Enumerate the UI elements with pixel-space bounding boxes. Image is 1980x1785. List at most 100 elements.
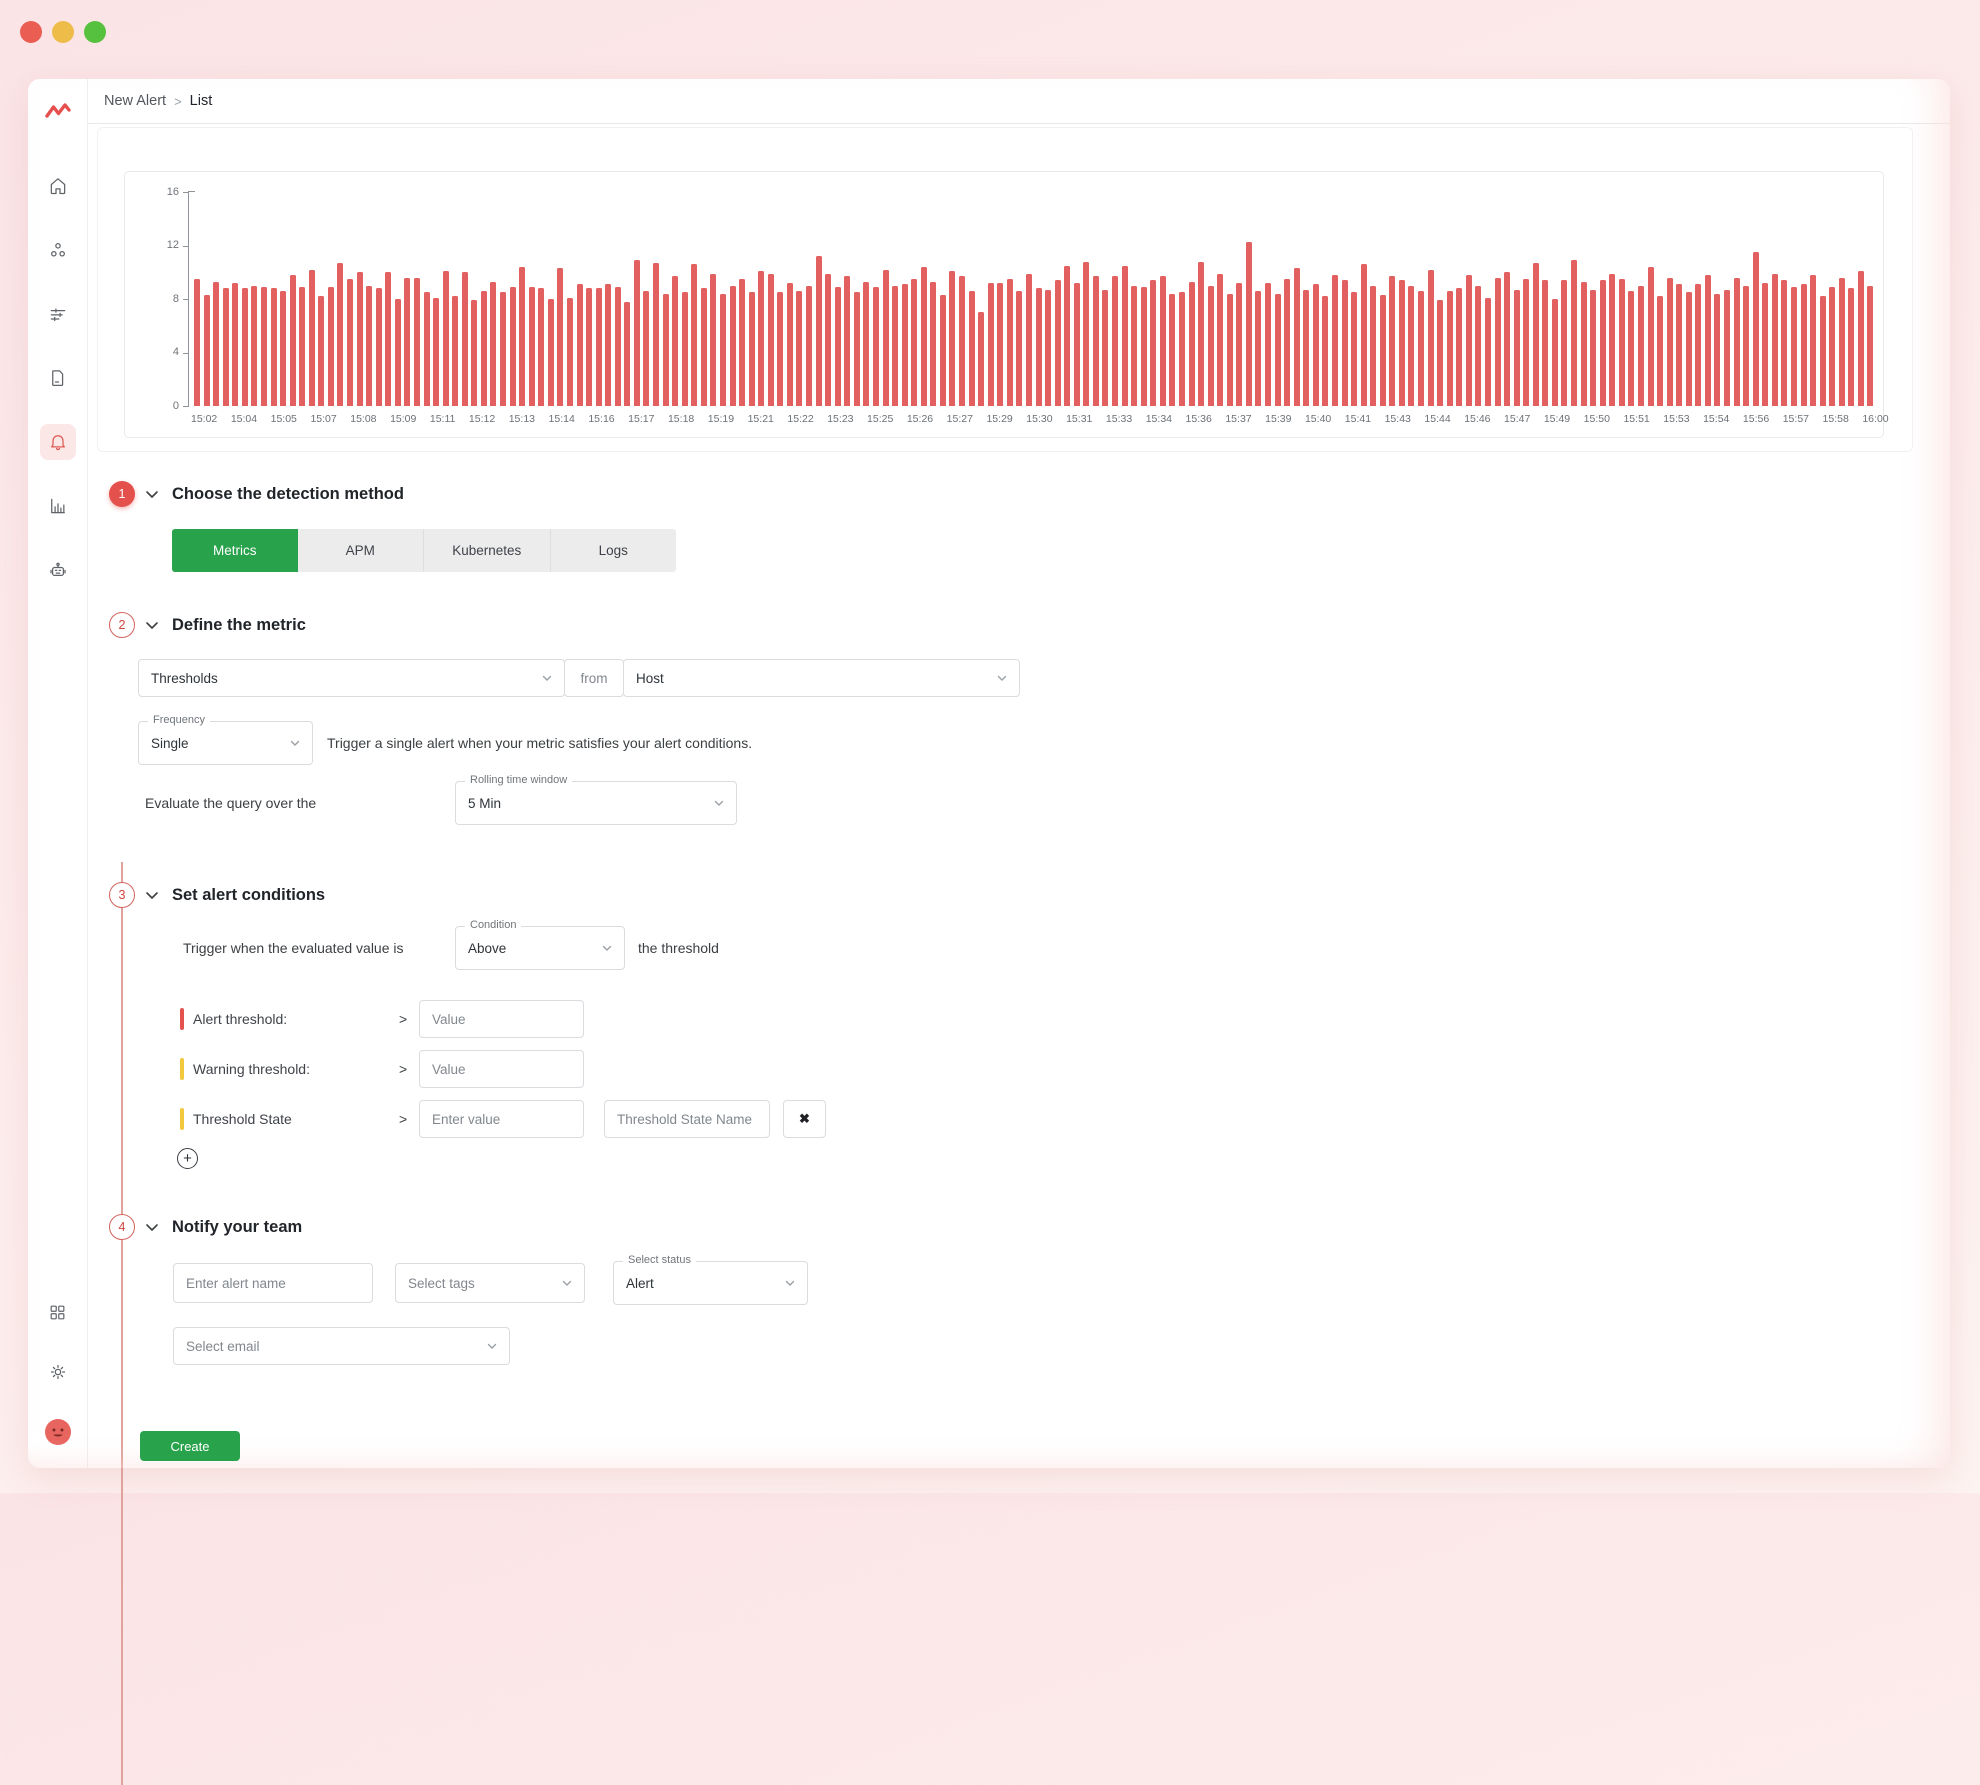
chart-bar[interactable] xyxy=(519,267,525,406)
chart-bar[interactable] xyxy=(1255,291,1261,406)
chart-bar[interactable] xyxy=(1810,275,1816,406)
chart-bar[interactable] xyxy=(1036,288,1042,406)
chart-bar[interactable] xyxy=(500,292,506,406)
chart-bar[interactable] xyxy=(1026,274,1032,406)
chevron-down-icon[interactable] xyxy=(145,490,159,499)
chart-bar[interactable] xyxy=(825,274,831,406)
chart-bar[interactable] xyxy=(1074,283,1080,406)
chart-bar[interactable] xyxy=(1466,275,1472,406)
chart-bar[interactable] xyxy=(194,279,200,406)
condition-select[interactable]: Condition Above xyxy=(455,926,625,970)
chart-bar[interactable] xyxy=(1428,270,1434,406)
tags-select[interactable]: Select tags xyxy=(395,1263,585,1303)
chart-bar[interactable] xyxy=(1848,288,1854,406)
chart-bar[interactable] xyxy=(624,302,630,406)
chart-bar[interactable] xyxy=(557,268,563,406)
chart-bar[interactable] xyxy=(290,275,296,406)
chart-bar[interactable] xyxy=(653,263,659,406)
chart-bar[interactable] xyxy=(1542,280,1548,406)
chart-bar[interactable] xyxy=(1829,287,1835,406)
chart-bar[interactable] xyxy=(1150,280,1156,406)
chart-bar[interactable] xyxy=(404,278,410,406)
chart-bar[interactable] xyxy=(835,287,841,406)
chart-bar[interactable] xyxy=(299,287,305,406)
chart-bar[interactable] xyxy=(691,264,697,406)
chart-bar[interactable] xyxy=(1437,300,1443,406)
chart-bar[interactable] xyxy=(892,286,898,406)
chart-bar[interactable] xyxy=(1619,279,1625,406)
chart-bar[interactable] xyxy=(414,278,420,406)
chart-bar[interactable] xyxy=(921,267,927,406)
chart-bar[interactable] xyxy=(347,279,353,406)
chart-bar[interactable] xyxy=(1198,262,1204,406)
chart-bar[interactable] xyxy=(452,296,458,406)
chart-bar[interactable] xyxy=(1485,298,1491,406)
chart-bar[interactable] xyxy=(883,270,889,406)
chart-bar[interactable] xyxy=(902,284,908,406)
chart-bar[interactable] xyxy=(1667,278,1673,406)
chart-bar[interactable] xyxy=(1867,286,1873,406)
chart-bar[interactable] xyxy=(1657,296,1663,406)
chart-bar[interactable] xyxy=(443,271,449,406)
chart-bar[interactable] xyxy=(213,282,219,406)
chart-bar[interactable] xyxy=(366,286,372,406)
chart-bar[interactable] xyxy=(328,287,334,406)
frequency-select[interactable]: Frequency Single xyxy=(138,721,313,765)
chart-bar[interactable] xyxy=(1322,296,1328,406)
chart-bar[interactable] xyxy=(930,282,936,406)
chart-bar[interactable] xyxy=(1504,272,1510,406)
chart-bar[interactable] xyxy=(854,292,860,406)
chart-bar[interactable] xyxy=(1523,279,1529,406)
chart-bar[interactable] xyxy=(1772,274,1778,406)
chart-bar[interactable] xyxy=(1332,275,1338,406)
metric-source-select[interactable]: Host xyxy=(623,659,1020,697)
chart-bar[interactable] xyxy=(777,292,783,406)
status-select[interactable]: Select status Alert xyxy=(613,1261,808,1305)
user-avatar[interactable] xyxy=(40,1414,76,1450)
create-button[interactable]: Create xyxy=(140,1431,240,1461)
chart-bar[interactable] xyxy=(1227,294,1233,406)
chart-bar[interactable] xyxy=(730,286,736,406)
chart-bar[interactable] xyxy=(1791,287,1797,406)
chart-bar[interactable] xyxy=(1514,290,1520,406)
chart-bar[interactable] xyxy=(1628,291,1634,406)
sidebar-item-alerts[interactable] xyxy=(40,424,76,460)
tab-kubernetes[interactable]: Kubernetes xyxy=(424,529,551,572)
chart-bar[interactable] xyxy=(634,260,640,406)
rolling-window-select[interactable]: Rolling time window 5 Min xyxy=(455,781,737,825)
chart-bar[interactable] xyxy=(577,284,583,406)
metric-type-select[interactable]: Thresholds xyxy=(138,659,565,697)
chart-bar[interactable] xyxy=(232,283,238,406)
chart-bar[interactable] xyxy=(643,291,649,406)
chart-bar[interactable] xyxy=(1055,280,1061,406)
sidebar-item-infrastructure[interactable] xyxy=(40,232,76,268)
chart-bar[interactable] xyxy=(204,295,210,406)
chart-bar[interactable] xyxy=(1007,279,1013,406)
chart-bar[interactable] xyxy=(739,279,745,406)
chart-bar[interactable] xyxy=(1418,291,1424,406)
chart-bar[interactable] xyxy=(1045,290,1051,406)
chart-bar[interactable] xyxy=(768,274,774,406)
tab-logs[interactable]: Logs xyxy=(551,529,677,572)
chart-bar[interactable] xyxy=(529,287,535,406)
chart-bar[interactable] xyxy=(1361,264,1367,406)
chart-bar[interactable] xyxy=(567,298,573,406)
chart-bar[interactable] xyxy=(1217,274,1223,406)
chart-bar[interactable] xyxy=(1112,276,1118,406)
chart-bar[interactable] xyxy=(1408,286,1414,406)
threshold-state-value-input[interactable] xyxy=(419,1100,584,1138)
chart-bar[interactable] xyxy=(1839,278,1845,406)
chart-bar[interactable] xyxy=(615,287,621,406)
chart-bar[interactable] xyxy=(873,287,879,406)
chart-bar[interactable] xyxy=(720,294,726,406)
chart-bar[interactable] xyxy=(1380,295,1386,406)
chart-bar[interactable] xyxy=(271,288,277,406)
chart-bar[interactable] xyxy=(1686,292,1692,406)
chart-bar[interactable] xyxy=(1734,278,1740,406)
chart-bar[interactable] xyxy=(1389,276,1395,406)
breadcrumb-parent[interactable]: New Alert xyxy=(104,93,166,109)
chart-bar[interactable] xyxy=(1265,283,1271,406)
chart-bar[interactable] xyxy=(1724,290,1730,406)
chart-bar[interactable] xyxy=(1705,275,1711,406)
chart-bar[interactable] xyxy=(1753,252,1759,406)
